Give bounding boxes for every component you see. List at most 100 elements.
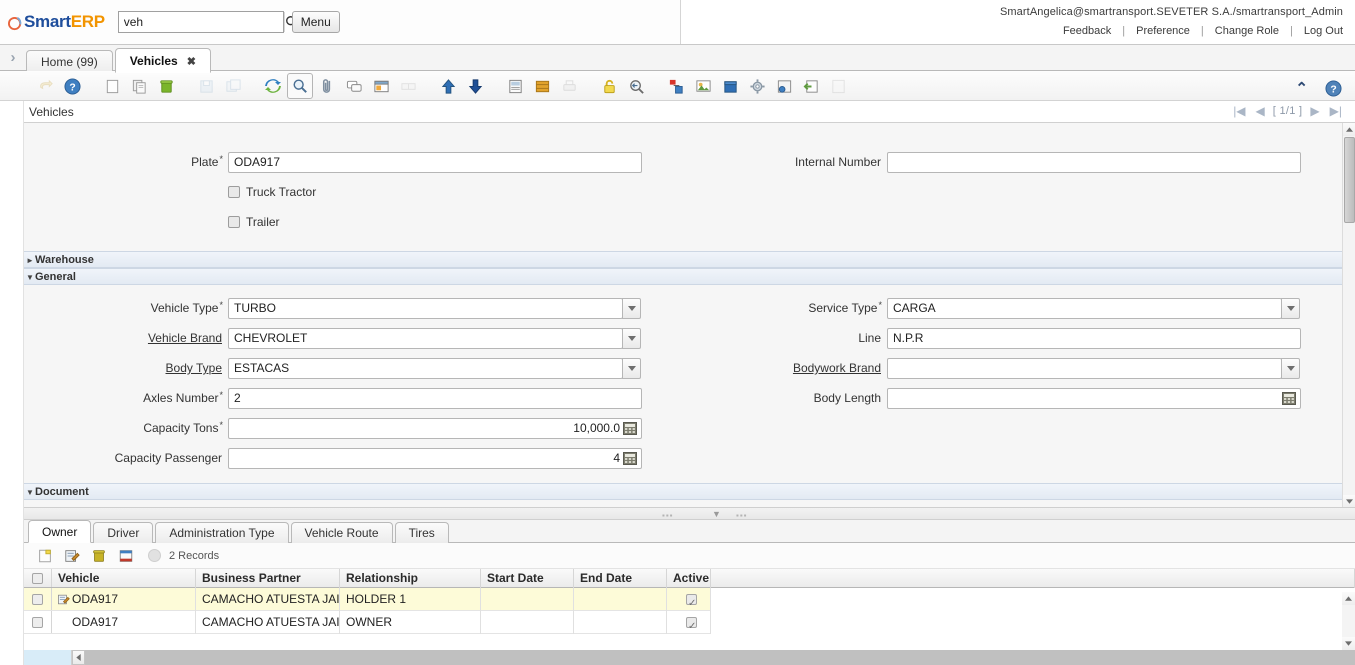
table-row[interactable]: ODA917 CAMACHO ATUESTA JAI... OWNER	[24, 610, 1355, 634]
exit-icon[interactable]	[798, 73, 824, 99]
calculator-icon[interactable]	[1282, 391, 1296, 405]
pager-prev-icon[interactable]: ◀	[1256, 104, 1265, 118]
column-header-relationship[interactable]: Relationship	[340, 568, 481, 588]
row-select-checkbox[interactable]	[32, 593, 43, 605]
grid-scroll-down-icon[interactable]	[1342, 637, 1355, 650]
grid-toggle-icon[interactable]	[395, 73, 421, 99]
new-record-icon[interactable]	[34, 546, 56, 566]
grid-scroll-up-icon[interactable]	[1342, 592, 1355, 605]
print-preview-icon[interactable]	[825, 73, 851, 99]
field-internal-number-input[interactable]	[887, 151, 1301, 173]
parent-record-icon[interactable]	[435, 73, 461, 99]
logout-link[interactable]: Log Out	[1304, 25, 1343, 37]
print-icon[interactable]	[556, 73, 582, 99]
save-record-icon[interactable]	[115, 546, 137, 566]
delete-record-icon[interactable]	[88, 546, 110, 566]
chevron-double-up-icon[interactable]: ⌃	[1295, 81, 1308, 96]
preference-icon[interactable]	[744, 73, 770, 99]
copy-record-icon[interactable]	[126, 73, 152, 99]
window-icon[interactable]	[368, 73, 394, 99]
tab-administration-type[interactable]: Administration Type	[155, 522, 289, 543]
edit-record-icon[interactable]	[61, 546, 83, 566]
search-input[interactable]	[118, 12, 284, 32]
save-icon[interactable]	[193, 73, 219, 99]
checkbox-trailer[interactable]: Trailer	[228, 207, 280, 237]
delete-record-icon[interactable]	[153, 73, 179, 99]
grid-horizontal-scrollbar[interactable]	[24, 650, 1355, 665]
vehicle-brand-dropdown-icon[interactable]	[622, 327, 641, 349]
attachment-icon[interactable]	[314, 73, 340, 99]
column-header-business-partner[interactable]: Business Partner	[196, 568, 340, 588]
field-body-length-input[interactable]	[887, 387, 1301, 409]
select-all-checkbox[interactable]	[32, 572, 43, 584]
new-record-icon[interactable]	[99, 73, 125, 99]
field-capacity-tons-input[interactable]: 10,000.0	[228, 417, 642, 439]
pager-next-icon[interactable]: ▶	[1310, 104, 1319, 118]
pager-last-icon[interactable]: ▶|	[1330, 104, 1342, 118]
tab-close-icon[interactable]: ✖	[187, 56, 196, 68]
field-plate-input[interactable]: ODA917	[228, 151, 642, 173]
tab-driver[interactable]: Driver	[93, 522, 154, 543]
column-header-end-date[interactable]: End Date	[574, 568, 667, 588]
help-icon[interactable]: ?	[59, 73, 85, 99]
column-header-start-date[interactable]: Start Date	[481, 568, 574, 588]
field-body-type-input[interactable]: ESTACAS	[228, 357, 623, 379]
record-info-icon[interactable]	[663, 73, 689, 99]
pager-first-icon[interactable]: |◀	[1233, 104, 1245, 118]
tab-vehicle-route[interactable]: Vehicle Route	[290, 522, 393, 543]
form-vertical-scrollbar[interactable]	[1342, 123, 1355, 507]
tab-vehicles[interactable]: Vehicles ✖	[114, 48, 211, 73]
expand-sidebar-icon[interactable]: ›	[6, 49, 20, 67]
truck-tractor-checkbox[interactable]	[228, 186, 240, 198]
export-icon[interactable]	[690, 73, 716, 99]
find-icon[interactable]	[287, 73, 313, 99]
menu-button[interactable]: Menu	[291, 11, 340, 33]
scroll-thumb[interactable]	[1344, 137, 1355, 223]
undo-icon[interactable]	[32, 73, 58, 99]
tab-tires[interactable]: Tires	[394, 522, 449, 543]
detail-record-icon[interactable]	[462, 73, 488, 99]
checkbox-truck-tractor[interactable]: Truck Tractor	[228, 177, 316, 207]
field-vehicle-brand-label[interactable]: Vehicle Brand	[24, 331, 228, 345]
trailer-checkbox[interactable]	[228, 216, 240, 228]
tab-owner[interactable]: Owner	[28, 520, 92, 543]
field-vehicle-brand-input[interactable]: CHEVROLET	[228, 327, 623, 349]
body-type-dropdown-icon[interactable]	[622, 357, 641, 379]
change-role-link[interactable]: Change Role	[1215, 25, 1279, 37]
grid-vertical-scrollbar[interactable]	[1342, 592, 1355, 650]
column-header-vehicle[interactable]: Vehicle	[52, 568, 196, 588]
column-header-active[interactable]: Active	[667, 568, 711, 588]
field-service-type-input[interactable]: CARGA	[887, 297, 1282, 319]
grid-scroll-left-icon[interactable]	[72, 650, 85, 665]
help-icon[interactable]: ?	[1320, 75, 1346, 101]
refresh-icon[interactable]	[260, 73, 286, 99]
section-header-document[interactable]: ▼ Document	[24, 483, 1342, 500]
bodywork-brand-dropdown-icon[interactable]	[1281, 357, 1300, 379]
zoom-across-icon[interactable]	[623, 73, 649, 99]
field-axles-number-input[interactable]: 2	[228, 387, 642, 409]
archive-box-icon[interactable]	[717, 73, 743, 99]
save-new-icon[interactable]	[220, 73, 246, 99]
calculator-icon[interactable]	[623, 451, 637, 465]
field-body-type-label[interactable]: Body Type	[24, 361, 228, 375]
panel-splitter[interactable]: ▪▪▪ ▼ ▪▪▪	[24, 508, 1355, 520]
field-line-input[interactable]: N.P.R	[887, 327, 1301, 349]
record-detail-icon[interactable]	[54, 593, 72, 606]
tab-home[interactable]: Home (99)	[26, 50, 113, 73]
lock-icon[interactable]	[596, 73, 622, 99]
report-icon[interactable]	[502, 73, 528, 99]
table-row[interactable]: ODA917 CAMACHO ATUESTA JAI... HOLDER 1	[24, 587, 1355, 611]
field-bodywork-brand-input[interactable]	[887, 357, 1282, 379]
field-vehicle-type-input[interactable]: TURBO	[228, 297, 623, 319]
scroll-up-icon[interactable]	[1343, 123, 1355, 136]
row-select-checkbox[interactable]	[32, 616, 43, 628]
calculator-icon[interactable]	[623, 421, 637, 435]
section-header-general[interactable]: ▼ General	[24, 268, 1342, 285]
chat-icon[interactable]	[341, 73, 367, 99]
service-type-dropdown-icon[interactable]	[1281, 297, 1300, 319]
splitter-collapse-icon[interactable]: ▼	[712, 509, 721, 519]
section-header-warehouse[interactable]: ► Warehouse	[24, 251, 1342, 268]
preference-link[interactable]: Preference	[1136, 25, 1190, 37]
field-capacity-passenger-input[interactable]: 4	[228, 447, 642, 469]
grid-scroll-track[interactable]	[85, 650, 1355, 665]
